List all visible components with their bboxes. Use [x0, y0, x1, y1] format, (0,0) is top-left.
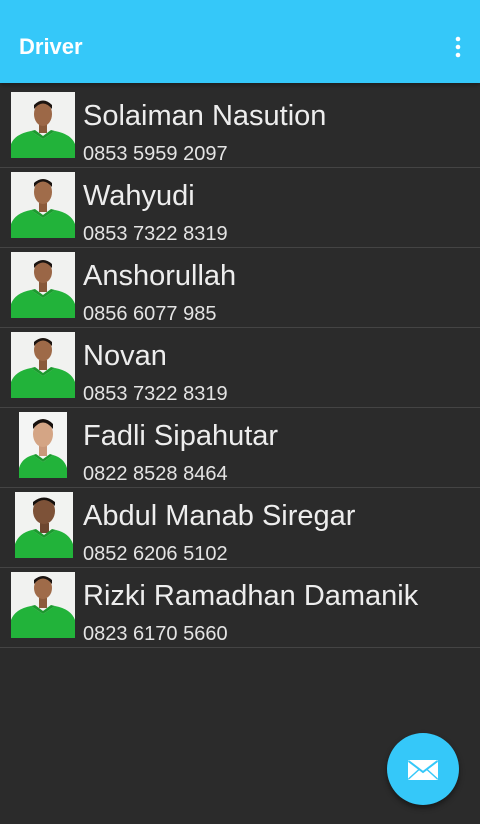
driver-name: Solaiman Nasution	[83, 100, 327, 132]
more-vert-icon[interactable]	[452, 36, 464, 60]
driver-name: Novan	[83, 340, 167, 372]
list-item[interactable]: Solaiman Nasution 0853 5959 2097	[0, 88, 480, 168]
list-item[interactable]: Novan 0853 7322 8319	[0, 328, 480, 408]
driver-photo	[11, 92, 75, 158]
driver-name: Rizki Ramadhan Damanik	[83, 580, 419, 612]
driver-phone: 0823 6170 5660	[83, 623, 228, 645]
driver-photo	[11, 572, 75, 638]
driver-photo	[11, 252, 75, 318]
driver-phone: 0852 6206 5102	[83, 543, 228, 565]
app-bar: Driver	[0, 0, 480, 83]
send-message-button[interactable]	[387, 733, 459, 805]
driver-name: Wahyudi	[83, 180, 195, 212]
list-item[interactable]: Abdul Manab Siregar 0852 6206 5102	[0, 488, 480, 568]
driver-list: Solaiman Nasution 0853 5959 2097 Wahyudi…	[0, 88, 480, 648]
list-item[interactable]: Fadli Sipahutar 0822 8528 8464	[0, 408, 480, 488]
driver-phone: 0853 7322 8319	[83, 223, 228, 245]
driver-photo	[15, 492, 73, 558]
driver-phone: 0822 8528 8464	[83, 463, 228, 485]
list-item[interactable]: Rizki Ramadhan Damanik 0823 6170 5660	[0, 568, 480, 648]
driver-photo	[11, 332, 75, 398]
driver-photo	[19, 412, 67, 478]
driver-phone: 0853 7322 8319	[83, 383, 228, 405]
driver-phone: 0856 6077 985	[83, 303, 217, 325]
mail-icon	[407, 759, 439, 781]
driver-phone: 0853 5959 2097	[83, 143, 228, 165]
driver-name: Abdul Manab Siregar	[83, 500, 356, 532]
driver-name: Anshorullah	[83, 260, 237, 292]
driver-name: Fadli Sipahutar	[83, 420, 279, 452]
list-item[interactable]: Anshorullah 0856 6077 985	[0, 248, 480, 328]
driver-photo	[11, 172, 75, 238]
app-title: Driver	[19, 34, 83, 59]
list-item[interactable]: Wahyudi 0853 7322 8319	[0, 168, 480, 248]
